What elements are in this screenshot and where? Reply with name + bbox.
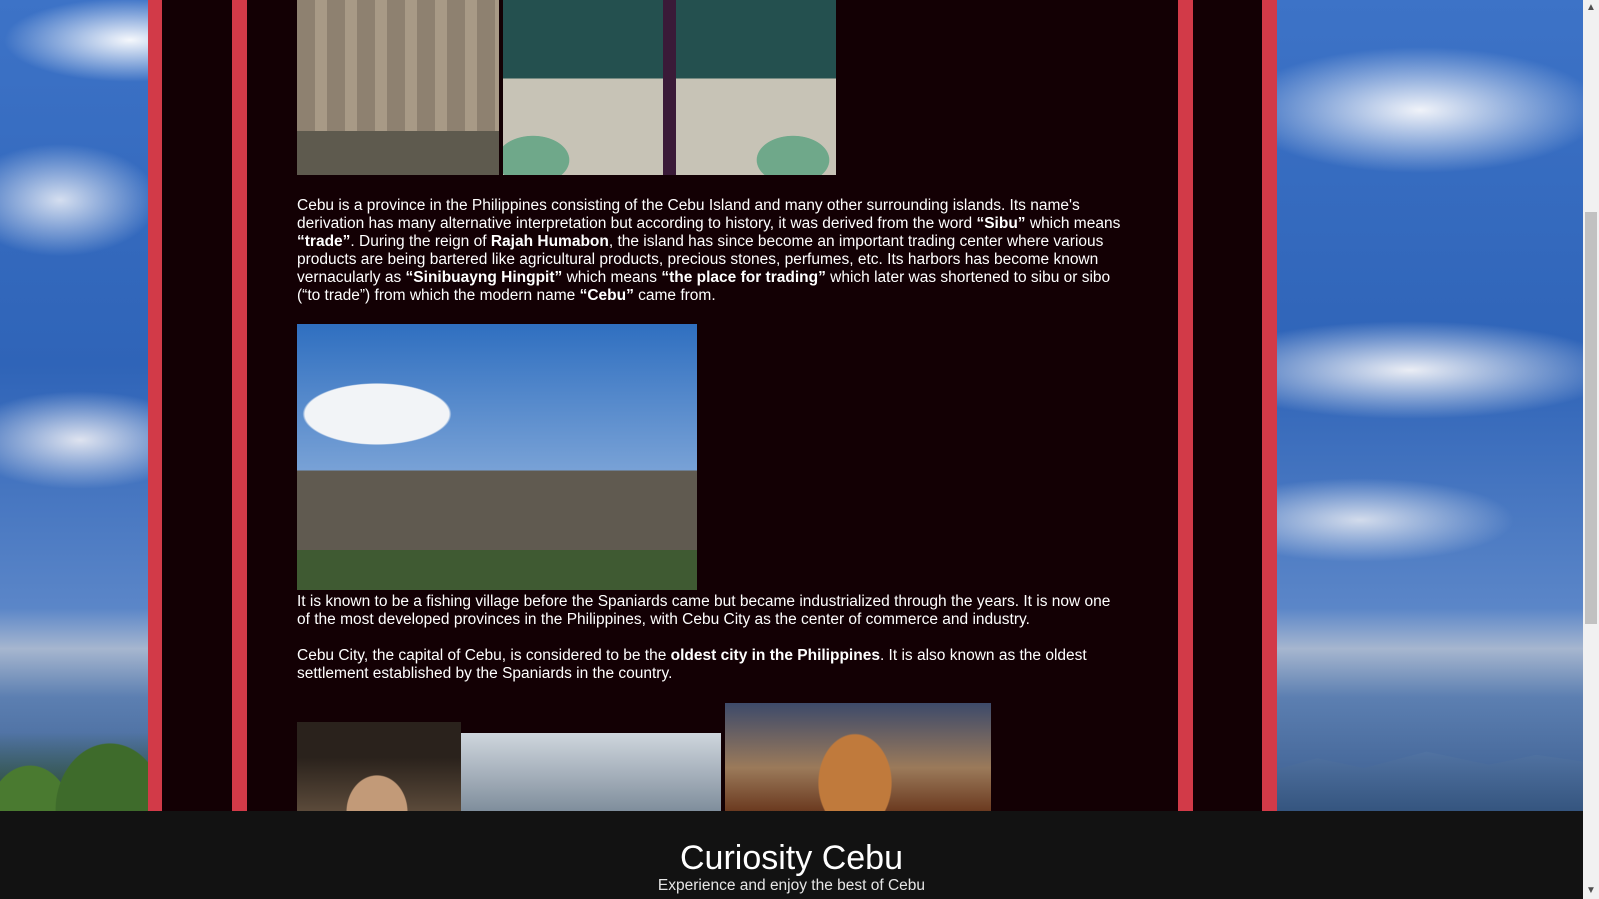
emphasis-text: “Sibu”	[976, 215, 1026, 232]
body-text: Cebu is a province in the Philippines co…	[297, 197, 1080, 232]
site-tagline: Experience and enjoy the best of Cebu	[657, 877, 926, 894]
basilica-photo	[297, 0, 499, 175]
site-title: Curiosity Cebu	[680, 839, 903, 877]
battle-of-mactan-painting	[725, 703, 991, 811]
body-text: which means	[1025, 215, 1121, 232]
hills-left-decoration	[0, 680, 150, 811]
emphasis-text: “Sinibuayng Hingpit”	[405, 269, 563, 286]
emphasis-text: “the place for trading”	[661, 269, 826, 286]
magellans-cross-photo	[503, 0, 836, 175]
body-text: which means	[562, 269, 662, 286]
magellan-portrait-photo	[297, 722, 461, 811]
emphasis-text: Rajah Humabon	[490, 233, 609, 250]
body-text: . During the reign of	[350, 233, 491, 250]
body-text: It is known to be a fishing village befo…	[297, 593, 1111, 628]
left-outer-red-stripe	[148, 0, 162, 811]
body-text: came from.	[633, 287, 716, 304]
paragraph-fishing-village: It is known to be a fishing village befo…	[297, 593, 1127, 629]
vertical-scrollbar[interactable]: ▲ ▼	[1583, 0, 1599, 899]
left-dark-band	[162, 0, 232, 811]
paragraph-history: Cebu is a province in the Philippines co…	[297, 197, 1127, 305]
right-outer-red-stripe	[1262, 0, 1277, 811]
emphasis-text: “Cebu”	[579, 287, 634, 304]
left-inner-red-stripe	[232, 0, 247, 811]
scrollbar-thumb[interactable]	[1585, 212, 1597, 624]
scroll-down-arrow-icon[interactable]: ▼	[1583, 883, 1599, 899]
emphasis-text: oldest city in the Philippines	[670, 647, 880, 664]
body-text: Cebu City, the capital of Cebu, is consi…	[297, 647, 671, 664]
site-footer: Curiosity Cebu Experience and enjoy the …	[0, 811, 1583, 899]
paragraph-cebu-city: Cebu City, the capital of Cebu, is consi…	[297, 647, 1127, 683]
scroll-up-arrow-icon[interactable]: ▲	[1583, 0, 1599, 16]
emphasis-text: “trade”	[297, 233, 351, 250]
right-dark-band	[1193, 0, 1262, 811]
main-content-panel: Cebu is a province in the Philippines co…	[247, 0, 1178, 811]
spanish-ships-painting	[461, 733, 721, 811]
heritage-monument-photo	[297, 324, 697, 590]
right-inner-red-stripe	[1178, 0, 1193, 811]
